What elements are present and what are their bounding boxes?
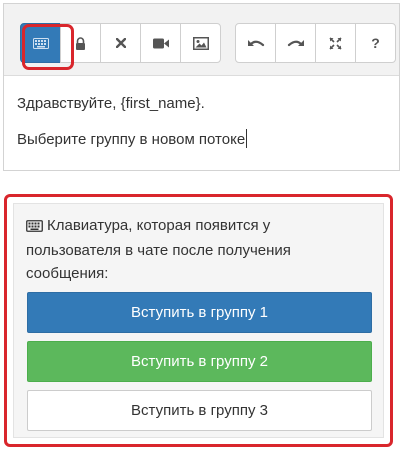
- text-caret: [246, 129, 248, 148]
- video-icon: [152, 38, 169, 49]
- redo-icon: [287, 38, 305, 49]
- keyboard-button[interactable]: [20, 23, 61, 63]
- editor-line-prompt-text: Выберите группу в новом потоке: [17, 131, 246, 148]
- message-editor: ? Здравствуйте, {first_name}. Выберите г…: [3, 3, 400, 171]
- fullscreen-icon: [329, 36, 342, 50]
- toolbar-group-history: ?: [235, 23, 396, 63]
- close-icon: [115, 38, 126, 48]
- keyboard-preview-text: Клавиатура, которая появится у пользоват…: [26, 217, 291, 282]
- help-icon: ?: [371, 35, 380, 51]
- join-group-2-button[interactable]: Вступить в группу 2: [27, 341, 372, 382]
- keyboard-icon: [32, 37, 49, 49]
- keyboard-icon: [26, 216, 43, 239]
- help-button[interactable]: ?: [355, 23, 396, 63]
- image-icon: [192, 36, 209, 50]
- video-button[interactable]: [140, 23, 181, 63]
- join-group-1-button[interactable]: Вступить в группу 1: [27, 292, 372, 333]
- editor-line-prompt: Выберите группу в новом потоке: [17, 129, 387, 150]
- join-group-3-button[interactable]: Вступить в группу 3: [27, 390, 372, 431]
- editor-line-greeting: Здравствуйте, {first_name}.: [17, 95, 205, 112]
- image-button[interactable]: [180, 23, 221, 63]
- undo-icon: [247, 38, 265, 49]
- undo-button[interactable]: [235, 23, 276, 63]
- fullscreen-button[interactable]: [315, 23, 356, 63]
- lock-icon: [75, 36, 86, 50]
- keyboard-preview-highlight: Клавиатура, которая появится у пользоват…: [4, 194, 393, 447]
- toolbar-group-insert: [20, 23, 221, 63]
- keyboard-preview-description: Клавиатура, которая появится у пользоват…: [26, 214, 366, 285]
- redo-button[interactable]: [275, 23, 316, 63]
- lock-button[interactable]: [60, 23, 101, 63]
- editor-toolbar: ?: [4, 4, 399, 76]
- keyboard-preview: Клавиатура, которая появится у пользоват…: [13, 203, 384, 438]
- editor-text-area[interactable]: Здравствуйте, {first_name}. Выберите гру…: [4, 76, 399, 150]
- remove-button[interactable]: [100, 23, 141, 63]
